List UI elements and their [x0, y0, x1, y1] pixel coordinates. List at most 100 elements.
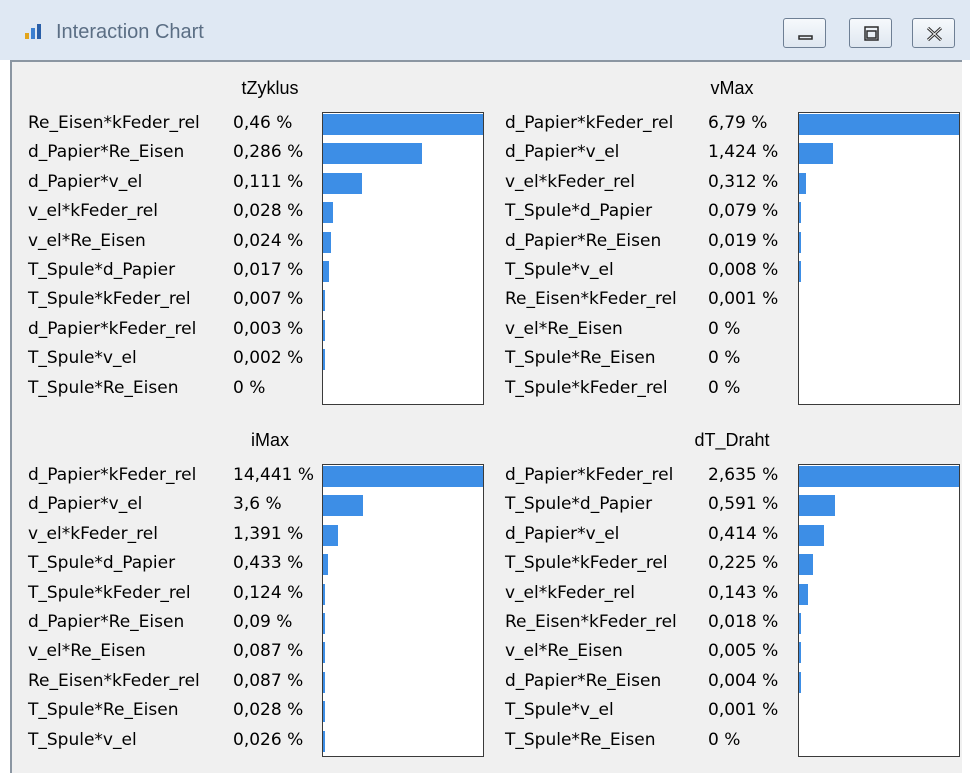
bar-chart-box — [798, 112, 960, 405]
interaction-label: Re_Eisen*kFeder_rel — [28, 670, 200, 691]
interaction-label: T_Spule*kFeder_rel — [28, 289, 191, 310]
interaction-bar — [323, 290, 326, 312]
interaction-value: 0,09 % — [233, 612, 293, 632]
interaction-label: T_Spule*d_Papier — [505, 201, 653, 222]
interaction-bar — [323, 202, 333, 224]
interaction-bar — [323, 114, 483, 135]
interaction-label: d_Papier*kFeder_rel — [28, 465, 197, 485]
panel-title: tZyklus — [241, 78, 299, 98]
interaction-bar — [323, 554, 328, 576]
interaction-value: 0,312 % — [708, 171, 779, 192]
title-bar[interactable]: Interaction Chart — [0, 0, 970, 60]
interaction-bar — [799, 671, 801, 693]
interaction-bar — [799, 114, 959, 135]
interaction-bar — [799, 554, 813, 576]
interaction-label: d_Papier*Re_Eisen — [28, 142, 185, 163]
panel-title: dT_Draht — [694, 430, 770, 450]
interaction-bar — [323, 143, 423, 165]
interaction-label: T_Spule*kFeder_rel — [505, 377, 668, 398]
interaction-value: 0,028 % — [233, 700, 304, 721]
interaction-label: T_Spule*v_el — [505, 260, 614, 280]
restore-icon — [864, 26, 879, 41]
interaction-value: 0,079 % — [708, 201, 779, 222]
interaction-label: T_Spule*Re_Eisen — [505, 729, 656, 750]
close-button[interactable] — [912, 18, 955, 48]
panel-title: iMax — [250, 430, 290, 450]
interaction-label: T_Spule*Re_Eisen — [28, 377, 179, 398]
interaction-bar — [799, 261, 801, 282]
interaction-value: 0,001 % — [708, 289, 779, 310]
interaction-bar — [799, 613, 801, 634]
interaction-label: v_el*kFeder_rel — [28, 201, 158, 222]
interaction-value: 0,003 % — [233, 318, 304, 339]
interaction-label: d_Papier*kFeder_rel — [28, 318, 197, 339]
interaction-value: 0,46 % — [233, 113, 293, 133]
interaction-label: d_Papier*Re_Eisen — [505, 670, 662, 691]
interaction-bar — [323, 613, 325, 634]
interaction-bar — [323, 172, 362, 194]
interaction-value: 0,591 % — [708, 494, 779, 515]
interaction-value: 3,6 % — [233, 494, 282, 515]
interaction-label: d_Papier*Re_Eisen — [505, 230, 662, 251]
interaction-label: T_Spule*kFeder_rel — [505, 553, 668, 574]
interaction-value: 0,007 % — [233, 289, 304, 310]
interaction-bar — [323, 466, 483, 487]
interaction-value: 0,026 % — [233, 729, 304, 750]
interaction-value: 0 % — [708, 729, 741, 750]
chart-app-icon — [25, 24, 41, 39]
interaction-label: T_Spule*d_Papier — [28, 553, 176, 574]
interaction-label: Re_Eisen*kFeder_rel — [28, 113, 200, 133]
interaction-bar — [799, 466, 959, 487]
interaction-value: 0,005 % — [708, 641, 779, 662]
interaction-bar — [323, 642, 325, 664]
interaction-value: 0,002 % — [233, 348, 304, 369]
interaction-label: v_el*Re_Eisen — [505, 641, 623, 662]
interaction-bar — [799, 202, 801, 224]
interaction-chart-window: Interaction Chart tZyklus Re_Eisen*kFeder… — [0, 0, 970, 773]
interaction-label: T_Spule*v_el — [28, 348, 137, 369]
interaction-label: v_el*Re_Eisen — [28, 641, 146, 662]
interaction-value: 0,111 % — [233, 171, 304, 192]
interaction-bar — [323, 701, 325, 723]
interaction-label: v_el*Re_Eisen — [28, 230, 146, 251]
interaction-bar — [323, 319, 325, 341]
bar-chart-box — [798, 464, 960, 757]
interaction-label: T_Spule*d_Papier — [28, 260, 176, 280]
interaction-bar — [323, 730, 325, 752]
interaction-bar — [323, 261, 329, 282]
interaction-label: T_Spule*d_Papier — [505, 494, 653, 515]
interaction-bar — [323, 495, 363, 517]
bar-chart-box — [322, 112, 484, 405]
interaction-value: 0,008 % — [708, 260, 779, 280]
interaction-label: d_Papier*kFeder_rel — [505, 465, 674, 485]
interaction-label: T_Spule*kFeder_rel — [28, 582, 191, 603]
panel-title: vMax — [710, 78, 754, 98]
interaction-bar — [799, 583, 808, 605]
interaction-value: 0 % — [708, 377, 741, 398]
interaction-value: 0,225 % — [708, 553, 779, 574]
interaction-label: v_el*Re_Eisen — [505, 318, 623, 339]
interaction-value: 2,635 % — [708, 465, 779, 485]
interaction-label: T_Spule*Re_Eisen — [28, 700, 179, 721]
interaction-label: d_Papier*v_el — [28, 494, 143, 515]
interaction-value: 6,79 % — [708, 113, 768, 133]
interaction-value: 14,441 % — [233, 465, 315, 485]
minimize-button[interactable] — [783, 18, 826, 48]
interaction-value: 0,143 % — [708, 582, 779, 603]
interaction-label: v_el*kFeder_rel — [505, 582, 635, 603]
interaction-bar — [799, 172, 807, 194]
restore-button[interactable] — [849, 18, 892, 48]
interaction-value: 1,424 % — [708, 142, 779, 163]
interaction-value: 1,391 % — [233, 523, 304, 544]
interaction-label: v_el*kFeder_rel — [505, 171, 635, 192]
interaction-bar — [323, 231, 332, 253]
interaction-bar — [799, 495, 835, 517]
interaction-label: Re_Eisen*kFeder_rel — [505, 289, 677, 310]
window-title: Interaction Chart — [56, 21, 204, 43]
interaction-bar — [799, 143, 833, 165]
interaction-label: d_Papier*Re_Eisen — [28, 612, 185, 632]
interaction-value: 0,414 % — [708, 523, 779, 544]
interaction-value: 0,433 % — [233, 553, 304, 574]
interaction-bar — [799, 231, 801, 253]
interaction-label: v_el*kFeder_rel — [28, 523, 158, 544]
